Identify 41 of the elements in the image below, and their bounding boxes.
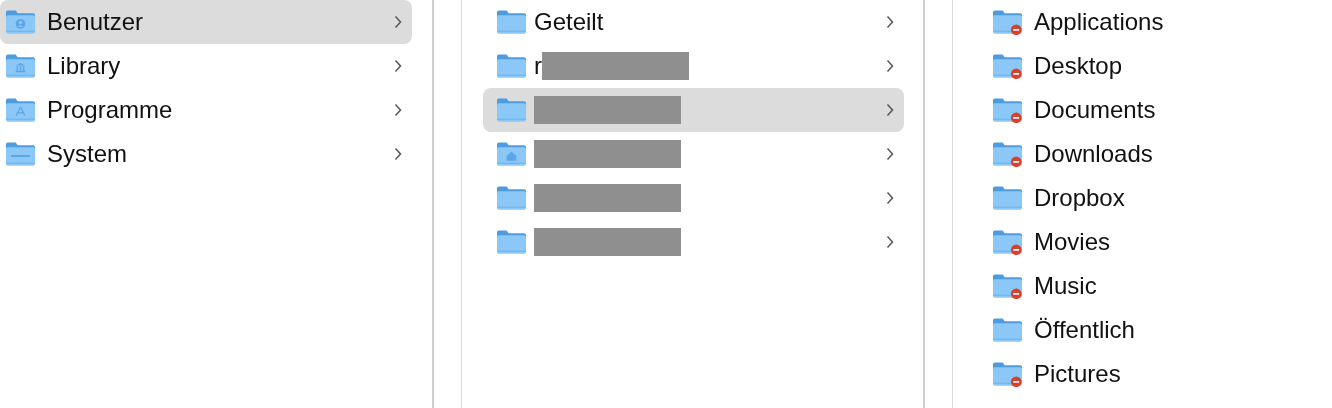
home-folder-icon xyxy=(496,140,527,168)
folder-row[interactable]: Applications xyxy=(987,0,1332,44)
folder-name: r xyxy=(534,52,542,80)
folder-icon xyxy=(496,96,527,124)
folder-row[interactable]: Öffentlich xyxy=(987,308,1332,352)
folder-name: Library xyxy=(47,52,121,80)
user-folder-icon xyxy=(5,8,36,36)
folder-name: Öffentlich xyxy=(1034,316,1135,344)
folder-row[interactable]: Dropbox xyxy=(987,176,1332,220)
folder-name: Benutzer xyxy=(47,8,144,36)
folder-name: Dropbox xyxy=(1034,184,1125,212)
folder-icon xyxy=(496,184,527,212)
folder-row[interactable]: Movies xyxy=(987,220,1332,264)
folder-name: Movies xyxy=(1034,228,1111,256)
system-folder-icon xyxy=(5,140,36,168)
folder-name: Pictures xyxy=(1034,360,1121,388)
folder-name: Downloads xyxy=(1034,140,1153,168)
folder-name: Applications xyxy=(1034,8,1164,36)
folder-name: Documents xyxy=(1034,96,1156,124)
folder-icon xyxy=(496,8,527,36)
folder-row[interactable]: Programme xyxy=(0,88,412,132)
folder-name: Geteilt xyxy=(534,8,604,36)
folder-row[interactable]: Library xyxy=(0,44,412,88)
folder-row[interactable]: Downloads xyxy=(987,132,1332,176)
folder-row[interactable]: r xyxy=(483,44,904,88)
folder-row[interactable]: Desktop xyxy=(987,44,1332,88)
folder-name: Music xyxy=(1034,272,1097,300)
folder-row[interactable]: Pictures xyxy=(987,352,1332,396)
apps-folder-icon xyxy=(5,96,36,124)
folder-name: System xyxy=(47,140,127,168)
library-folder-icon xyxy=(5,52,36,80)
folder-row[interactable]: Benutzer xyxy=(0,0,412,44)
folder-row[interactable] xyxy=(483,88,904,132)
folder-icon xyxy=(496,52,527,80)
folder-row[interactable]: Documents xyxy=(987,88,1332,132)
folder-name: Desktop xyxy=(1034,52,1123,80)
folder-name: Programme xyxy=(47,96,173,124)
folder-row[interactable]: Geteilt xyxy=(483,0,904,44)
folder-icon xyxy=(496,228,527,256)
folder-row[interactable]: System xyxy=(0,132,412,176)
folder-row[interactable]: Music xyxy=(987,264,1332,308)
